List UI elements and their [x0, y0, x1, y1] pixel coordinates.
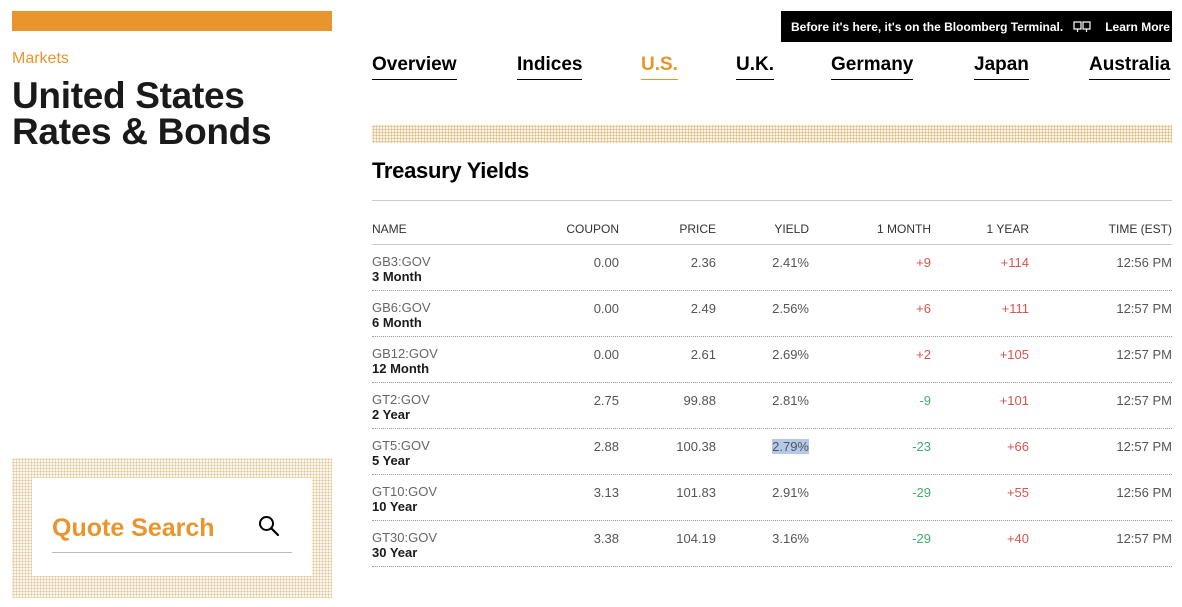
row-1-month: -9 — [919, 393, 931, 408]
tab-australia[interactable]: Australia — [1089, 54, 1171, 80]
section-title: Treasury Yields — [372, 158, 529, 183]
page-title-line-1: United States — [12, 75, 245, 116]
row-yield: 2.91% — [772, 485, 809, 500]
row-coupon: 3.13 — [593, 485, 619, 500]
row-symbol[interactable]: GT10:GOV — [372, 484, 437, 499]
row-time: 12:57 PM — [1116, 393, 1172, 408]
row-yield: 2.81% — [772, 393, 809, 408]
promo-text: Before it's here, it's on the Bloomberg … — [791, 19, 1064, 34]
table-header: NAME COUPON PRICE YIELD 1 MONTH 1 YEAR T… — [372, 220, 1172, 245]
terminal-promo-banner[interactable]: Before it's here, it's on the Bloomberg … — [781, 11, 1172, 42]
tab-indices[interactable]: Indices — [517, 54, 583, 80]
table-row[interactable]: GB12:GOV 12 Month 0.00 2.61 2.69% +2 +10… — [372, 337, 1172, 383]
row-name[interactable]: 5 Year — [372, 453, 410, 468]
tab-germany[interactable]: Germany — [831, 54, 914, 80]
row-yield: 2.69% — [772, 347, 809, 362]
row-coupon: 2.88 — [593, 439, 619, 454]
page-title-line-2: Rates & Bonds — [12, 111, 272, 152]
row-time: 12:57 PM — [1116, 531, 1172, 546]
row-1-year: +66 — [1006, 439, 1029, 454]
title-rule — [372, 200, 1172, 201]
row-coupon: 0.00 — [593, 347, 619, 362]
learn-more-link[interactable]: Learn More — [1105, 20, 1170, 34]
header-price: PRICE — [679, 222, 716, 236]
header-name: NAME — [372, 222, 407, 236]
row-1-month: -29 — [912, 485, 931, 500]
table-row[interactable]: GT10:GOV 10 Year 3.13 101.83 2.91% -29 +… — [372, 475, 1172, 521]
row-price: 100.38 — [676, 439, 716, 454]
row-price: 101.83 — [676, 485, 716, 500]
tab-uk[interactable]: U.K. — [736, 54, 774, 80]
row-name[interactable]: 30 Year — [372, 545, 417, 560]
table-row[interactable]: GT2:GOV 2 Year 2.75 99.88 2.81% -9 +101 … — [372, 383, 1172, 429]
row-price: 2.36 — [690, 255, 716, 270]
row-yield: 2.56% — [772, 301, 809, 316]
page-title: United States Rates & Bonds — [12, 75, 332, 152]
row-time: 12:57 PM — [1116, 347, 1172, 362]
quote-search-box[interactable]: Quote Search — [32, 478, 312, 576]
row-1-month: -23 — [912, 439, 931, 454]
row-yield: 3.16% — [772, 531, 809, 546]
search-icon[interactable] — [258, 515, 280, 537]
row-time: 12:56 PM — [1116, 485, 1172, 500]
row-name[interactable]: 12 Month — [372, 361, 429, 376]
header-yield: YIELD — [774, 222, 809, 236]
row-price: 2.49 — [690, 301, 716, 316]
row-1-year: +55 — [1006, 485, 1029, 500]
tab-overview[interactable]: Overview — [372, 54, 457, 80]
dotted-divider — [372, 125, 1172, 143]
header-1-year: 1 YEAR — [986, 222, 1029, 236]
section-label[interactable]: Markets — [12, 50, 69, 68]
row-name[interactable]: 3 Month — [372, 269, 422, 284]
row-name[interactable]: 10 Year — [372, 499, 417, 514]
row-time: 12:57 PM — [1116, 301, 1172, 316]
brand-bar — [12, 11, 332, 31]
quote-search-panel: Quote Search — [12, 458, 332, 598]
row-coupon: 0.00 — [593, 301, 619, 316]
row-1-year: +114 — [1000, 255, 1029, 270]
terminal-icon — [1073, 20, 1091, 32]
row-1-month: +9 — [916, 255, 931, 270]
header-coupon: COUPON — [566, 222, 619, 236]
row-yield-selected: 2.79% — [772, 439, 809, 454]
row-price: 104.19 — [676, 531, 716, 546]
row-coupon: 2.75 — [593, 393, 619, 408]
row-time: 12:56 PM — [1116, 255, 1172, 270]
row-symbol[interactable]: GB6:GOV — [372, 300, 431, 315]
row-1-month: +6 — [916, 301, 931, 316]
table-row[interactable]: GT30:GOV 30 Year 3.38 104.19 3.16% -29 +… — [372, 521, 1172, 567]
row-1-year: +40 — [1006, 531, 1029, 546]
row-1-year: +101 — [999, 393, 1029, 408]
table-row[interactable]: GB6:GOV 6 Month 0.00 2.49 2.56% +6 +111 … — [372, 291, 1172, 337]
row-name[interactable]: 6 Month — [372, 315, 422, 330]
row-price: 99.88 — [683, 393, 716, 408]
row-1-month: -29 — [912, 531, 931, 546]
row-yield: 2.41% — [772, 255, 809, 270]
row-1-year: +105 — [999, 347, 1029, 362]
treasury-yields-table: NAME COUPON PRICE YIELD 1 MONTH 1 YEAR T… — [372, 220, 1172, 567]
row-symbol[interactable]: GT30:GOV — [372, 530, 437, 545]
row-1-year: +111 — [1001, 301, 1029, 316]
row-coupon: 0.00 — [593, 255, 619, 270]
row-1-month: +2 — [916, 347, 931, 362]
region-nav: Overview Indices U.S. U.K. Germany Japan… — [372, 54, 1172, 84]
row-time: 12:57 PM — [1116, 439, 1172, 454]
row-symbol[interactable]: GB3:GOV — [372, 254, 431, 269]
header-time: TIME (EST) — [1108, 222, 1172, 236]
row-coupon: 3.38 — [593, 531, 619, 546]
row-price: 2.61 — [690, 347, 716, 362]
table-row[interactable]: GT5:GOV 5 Year 2.88 100.38 2.79% -23 +66… — [372, 429, 1172, 475]
tab-us[interactable]: U.S. — [641, 54, 678, 80]
table-row[interactable]: GB3:GOV 3 Month 0.00 2.36 2.41% +9 +114 … — [372, 245, 1172, 291]
tab-japan[interactable]: Japan — [974, 54, 1029, 80]
row-symbol[interactable]: GT2:GOV — [372, 392, 430, 407]
quote-search-label[interactable]: Quote Search — [52, 514, 215, 543]
header-1-month: 1 MONTH — [877, 222, 931, 236]
row-symbol[interactable]: GB12:GOV — [372, 346, 438, 361]
quote-search-underline — [52, 552, 292, 553]
row-name[interactable]: 2 Year — [372, 407, 410, 422]
row-symbol[interactable]: GT5:GOV — [372, 438, 430, 453]
